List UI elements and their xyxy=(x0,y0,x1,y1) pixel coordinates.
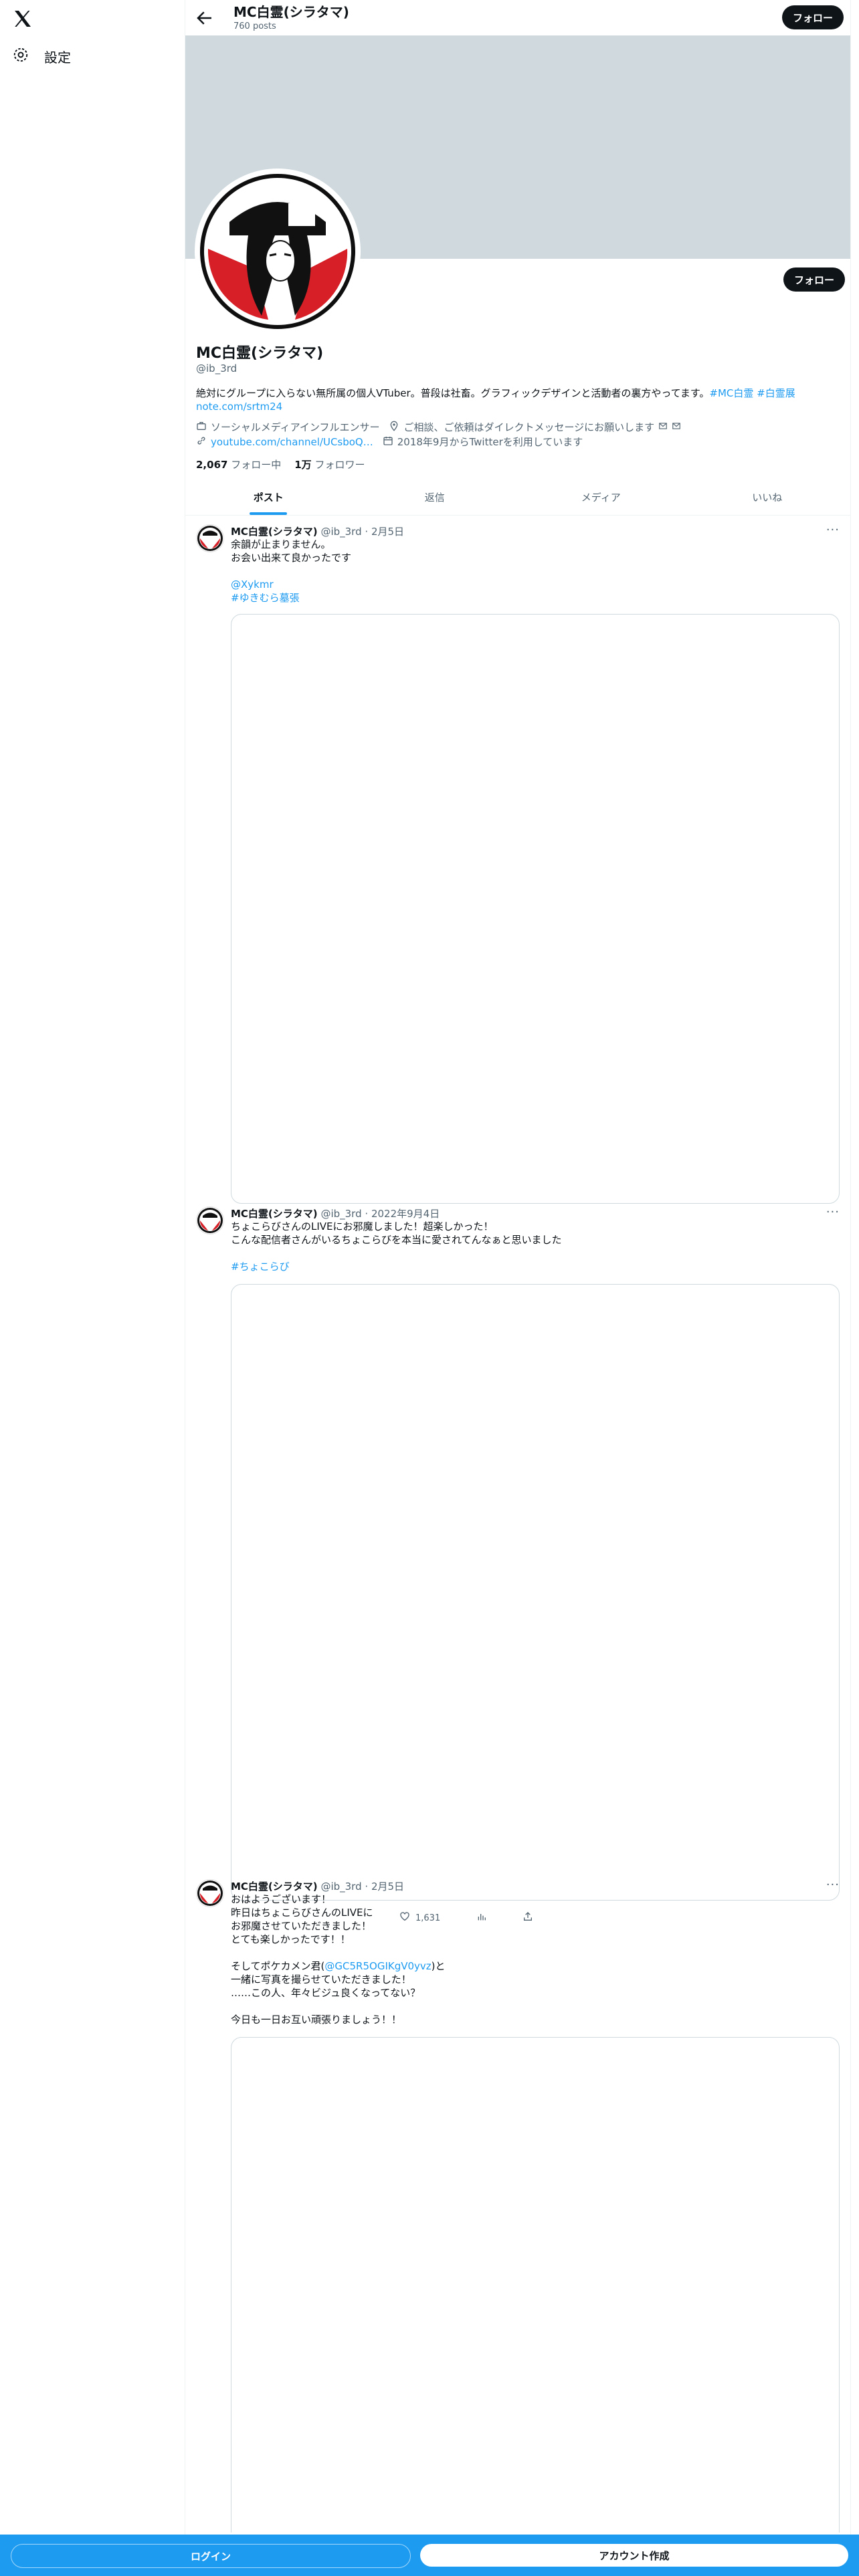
tweet-item[interactable]: MC白霊(シラタマ) @ib_3rd · 2月5日 ··· 余韻が止まりません。… xyxy=(185,522,850,1210)
tab-likes[interactable]: いいね xyxy=(684,479,851,515)
meta-location-label: ご相談、ご依頼はダイレクトメッセージにお願いします xyxy=(403,421,655,433)
meta-joined: 2018年9月からTwitterを利用しています xyxy=(383,435,583,449)
tweet-avatar[interactable] xyxy=(196,524,224,552)
profile-tabs: ポスト 返信 メディア いいね xyxy=(185,479,850,516)
tweet-author-handle[interactable]: @ib_3rd xyxy=(320,526,361,538)
profile-avatar[interactable] xyxy=(195,169,361,334)
signup-button[interactable]: アカウント作成 xyxy=(420,2544,848,2567)
more-icon[interactable]: ··· xyxy=(826,1205,840,1219)
envelope-icon xyxy=(658,421,668,433)
tweet-actions: 1,631 xyxy=(399,1911,533,1925)
tweet-author-handle[interactable]: @ib_3rd xyxy=(320,1881,361,1893)
settings-label: 設定 xyxy=(44,49,71,66)
more-icon[interactable]: ··· xyxy=(826,523,840,537)
bio-link[interactable]: note.com/srtm24 xyxy=(196,401,282,413)
meta-url-label[interactable]: youtube.com/channel/UCsboQ… xyxy=(211,436,373,448)
share-action[interactable] xyxy=(522,1911,533,1925)
tweet-text: ちょこらびさんのLIVEにお邪魔しました！超楽しかった！ こんな配信者さんがいる… xyxy=(231,1220,562,1246)
following-stat[interactable]: 2,067 フォロー中 xyxy=(196,457,281,471)
briefcase-icon xyxy=(196,421,207,434)
bar-chart-icon xyxy=(476,1911,487,1925)
profile-meta-row-1: ソーシャルメディアインフルエンサー ご相談、ご依頼はダイレクトメッセージにお願い… xyxy=(196,420,681,434)
tweet-header: MC白霊(シラタマ) @ib_3rd · 2022年9月4日 xyxy=(231,1208,440,1220)
bio-text: 絶対にグループに入らない無所属の個人VTuber。普段は社畜。グラフィックデザイ… xyxy=(196,387,710,399)
tweet-header: MC白霊(シラタマ) @ib_3rd · 2月5日 xyxy=(231,1881,405,1893)
share-icon xyxy=(522,1911,533,1925)
settings-link[interactable]: 設定 xyxy=(12,43,71,70)
tweet-author-name[interactable]: MC白霊(シラタマ) xyxy=(231,526,318,538)
like-action[interactable]: 1,631 xyxy=(399,1911,440,1925)
tweet-mention[interactable]: @GC5R5OGIKgV0yvz xyxy=(324,1960,431,1972)
tab-media[interactable]: メディア xyxy=(518,479,684,515)
gear-icon xyxy=(12,46,29,66)
profile-follow-button[interactable]: フォロー xyxy=(783,267,845,292)
tweet-author-name[interactable]: MC白霊(シラタマ) xyxy=(231,1208,318,1220)
calendar-icon xyxy=(383,435,393,449)
views-action[interactable] xyxy=(476,1911,487,1925)
tweet-text-3: 今日も一日お互い頑張りましょう！！ xyxy=(231,2014,402,2026)
profile-stats: 2,067 フォロー中 1万 フォロワー xyxy=(196,457,365,471)
tweet-avatar[interactable] xyxy=(196,1206,224,1235)
left-sidebar: 設定 xyxy=(0,0,185,2576)
profile-meta-row-2: youtube.com/channel/UCsboQ… 2018年9月からTwi… xyxy=(196,435,583,449)
followers-stat[interactable]: 1万 フォロワー xyxy=(294,457,365,471)
tab-posts[interactable]: ポスト xyxy=(185,479,352,515)
tweet-text-2: そしてポケカメン君(@GC5R5OGIKgV0yvz)と 一緒に写真を撮らせてい… xyxy=(231,1960,446,1999)
meta-category: ソーシャルメディアインフルエンサー xyxy=(196,420,379,434)
tweet-date[interactable]: 2月5日 xyxy=(371,1881,404,1893)
tweet-author-name[interactable]: MC白霊(シラタマ) xyxy=(231,1881,318,1893)
profile-column: MC白霊(シラタマ) 760 posts フォロー フォロー MC白霊(シラタマ… xyxy=(185,0,851,2576)
meta-category-label: ソーシャルメディアインフルエンサー xyxy=(211,421,380,433)
tweet-date[interactable]: 2022年9月4日 xyxy=(371,1208,440,1220)
tweet-mention[interactable]: @Xykmr xyxy=(231,578,833,591)
location-pin-icon xyxy=(389,421,399,434)
tweet-text: 余韻が止まりません。 お会い出来て良かったです xyxy=(231,538,352,564)
bio-hashtags[interactable]: #MC白霊 #白霊展 xyxy=(709,387,795,399)
meta-joined-label: 2018年9月からTwitterを利用しています xyxy=(397,436,583,448)
tweet-media[interactable] xyxy=(231,2037,840,2533)
like-count: 1,631 xyxy=(415,1913,441,1923)
meta-url[interactable]: youtube.com/channel/UCsboQ… xyxy=(196,435,373,449)
profile-name: MC白霊(シラタマ) xyxy=(196,345,324,362)
tweet-media[interactable] xyxy=(231,614,840,1204)
profile-handle: @ib_3rd xyxy=(196,362,237,374)
heart-icon xyxy=(399,1911,410,1925)
top-follow-button[interactable]: フォロー xyxy=(782,5,844,29)
tweet-item[interactable]: MC白霊(シラタマ) @ib_3rd · 2022年9月4日 ··· ちょこらび… xyxy=(185,1204,850,1901)
tweet-media[interactable] xyxy=(231,1284,840,1901)
login-button[interactable]: ログイン xyxy=(11,2544,411,2568)
link-icon xyxy=(196,435,207,449)
envelope-icon-2 xyxy=(672,421,681,433)
profile-bio: 絶対にグループに入らない無所属の個人VTuber。普段は社畜。グラフィックデザイ… xyxy=(196,387,838,413)
tweet-hashtag[interactable]: #ゆきむら墓張 xyxy=(231,591,833,605)
tweet-date[interactable]: 2月5日 xyxy=(371,526,404,538)
tweet-header: MC白霊(シラタマ) @ib_3rd · 2月5日 xyxy=(231,526,405,538)
tweet-author-handle[interactable]: @ib_3rd xyxy=(320,1208,361,1220)
tweet-avatar[interactable] xyxy=(196,1879,224,1907)
top-bar-name: MC白霊(シラタマ) xyxy=(233,4,349,20)
tab-replies[interactable]: 返信 xyxy=(352,479,518,515)
top-bar-post-count: 760 posts xyxy=(233,21,276,31)
meta-location: ご相談、ご依頼はダイレクトメッセージにお願いします xyxy=(389,420,681,434)
login-bar: ログイン アカウント作成 xyxy=(0,2535,859,2576)
more-icon[interactable]: ··· xyxy=(826,1878,840,1892)
x-logo-icon[interactable] xyxy=(12,8,33,29)
back-arrow-icon[interactable] xyxy=(195,8,215,28)
tweet-item[interactable]: MC白霊(シラタマ) @ib_3rd · 2月5日 ··· おはようございます！… xyxy=(185,1876,850,2533)
tweet-hashtag[interactable]: #ちょこらび xyxy=(231,1260,833,1273)
top-bar: MC白霊(シラタマ) 760 posts フォロー xyxy=(185,0,850,35)
